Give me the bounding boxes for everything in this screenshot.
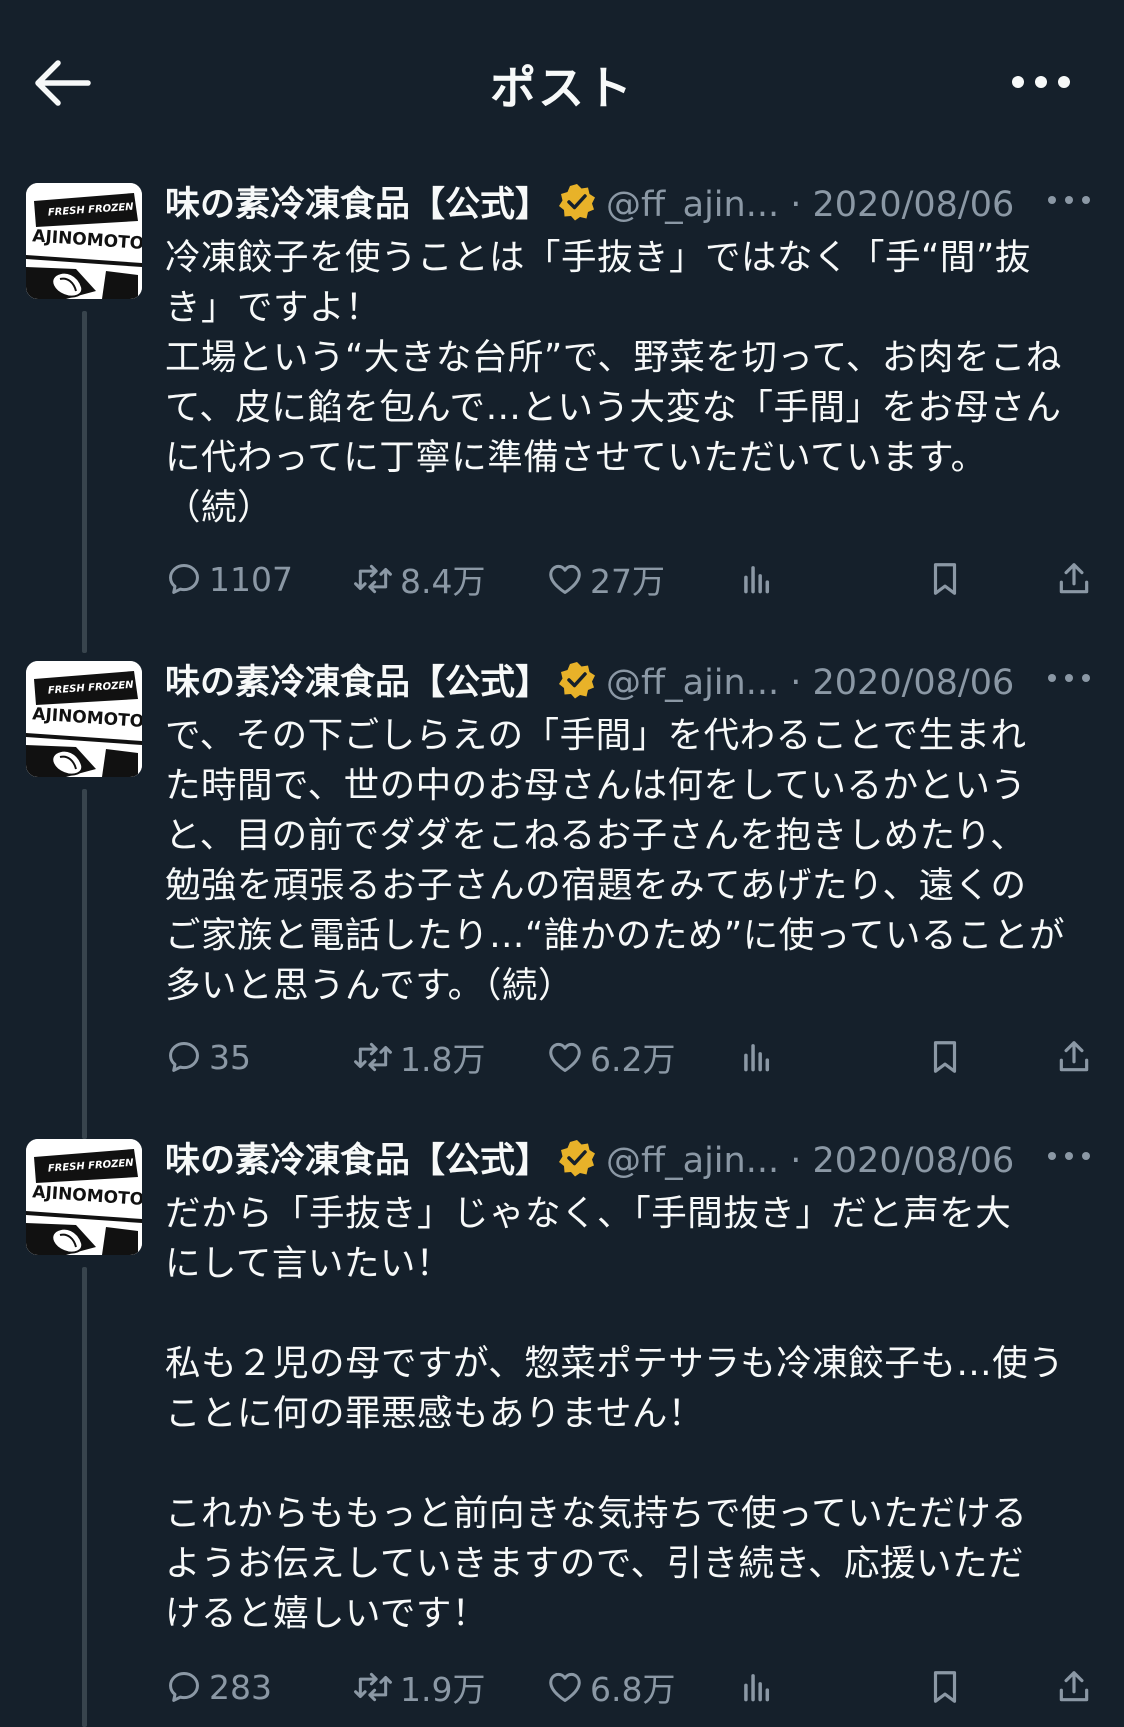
top-bar: ポスト: [0, 0, 1124, 165]
reply-icon: [169, 564, 199, 594]
post-header: 味の素冷凍食品【公式】 @ff_ajin... · 2020/08/06: [165, 183, 1104, 227]
avatar[interactable]: FRESH FROZEN AJINOMOTO: [26, 183, 142, 299]
bookmark-button[interactable]: [927, 1034, 963, 1080]
avatar[interactable]: FRESH FROZEN AJINOMOTO: [26, 661, 142, 777]
views-button[interactable]: [738, 1034, 776, 1080]
like-count: 27万: [590, 562, 665, 601]
post-text: で、その下ごしらえの「手間」を代わることで生まれ た時間で、世の中のお母さんは何…: [165, 715, 1066, 1006]
avatar[interactable]: FRESH FROZEN AJINOMOTO: [26, 1139, 142, 1255]
like-button[interactable]: 6.2万: [546, 1034, 675, 1080]
post[interactable]: FRESH FROZEN AJINOMOTO 味の素冷凍食品【公式】 @ff_aj…: [0, 1139, 1124, 1727]
page-title: ポスト: [490, 61, 634, 115]
thread-line: [82, 311, 87, 653]
like-count: 6.2万: [590, 1040, 676, 1079]
bookmark-icon: [933, 1041, 957, 1073]
verified-badge-icon: [559, 1140, 596, 1177]
reply-button[interactable]: 35: [165, 1034, 251, 1080]
post-header: 味の素冷凍食品【公式】 @ff_ajin... · 2020/08/06: [165, 661, 1104, 705]
bookmark-button[interactable]: [927, 1664, 963, 1710]
post-date[interactable]: 2020/08/06: [813, 1141, 1015, 1181]
repost-icon: [354, 1672, 392, 1702]
bookmark-icon: [933, 563, 957, 595]
separator-dot: ·: [790, 1141, 802, 1181]
post-date[interactable]: 2020/08/06: [813, 663, 1015, 703]
action-bar: 1107 8.4万 27万: [165, 556, 1105, 602]
repost-button[interactable]: 1.9万: [352, 1664, 485, 1710]
more-horizontal-icon[interactable]: [1010, 70, 1072, 94]
author-name[interactable]: 味の素冷凍食品【公式】: [165, 1141, 550, 1181]
repost-count: 1.8万: [400, 1040, 486, 1079]
ajinomoto-logo: FRESH FROZEN AJINOMOTO: [26, 661, 142, 777]
like-button[interactable]: 6.8万: [546, 1664, 675, 1710]
bar-chart-icon: [744, 1044, 770, 1072]
like-count: 6.8万: [590, 1670, 676, 1709]
more-horizontal-icon[interactable]: [1046, 189, 1092, 211]
post-header: 味の素冷凍食品【公式】 @ff_ajin... · 2020/08/06: [165, 1139, 1104, 1183]
bookmark-icon: [933, 1671, 957, 1703]
repost-icon: [354, 564, 392, 594]
post-text: 冷凍餃子を使うことは「手抜き」ではなく「手“間”抜 き」ですよ！ 工場という“大…: [165, 237, 1062, 528]
repost-button[interactable]: 8.4万: [352, 556, 485, 602]
reply-count: 1107: [209, 559, 293, 599]
repost-button[interactable]: 1.8万: [352, 1034, 485, 1080]
reply-icon: [169, 1672, 199, 1702]
post[interactable]: FRESH FROZEN AJINOMOTO 味の素冷凍食品【公式】 @ff_aj…: [0, 183, 1124, 653]
more-horizontal-icon[interactable]: [1046, 1145, 1092, 1167]
thread-line: [82, 1267, 87, 1727]
views-button[interactable]: [738, 556, 776, 602]
repost-count: 8.4万: [400, 562, 486, 601]
share-button[interactable]: [1055, 556, 1093, 602]
ajinomoto-logo: FRESH FROZEN AJINOMOTO: [26, 1139, 142, 1255]
separator-dot: ·: [790, 663, 802, 703]
heart-icon: [549, 1672, 581, 1702]
reply-count: 283: [209, 1667, 272, 1707]
reply-button[interactable]: 283: [165, 1664, 272, 1710]
reply-icon: [169, 1042, 199, 1072]
thread-line: [82, 789, 87, 1139]
share-icon: [1059, 1671, 1089, 1702]
author-name[interactable]: 味の素冷凍食品【公式】: [165, 663, 550, 703]
heart-icon: [549, 564, 581, 594]
views-button[interactable]: [738, 1664, 776, 1710]
action-bar: 35 1.8万 6.2万: [165, 1034, 1105, 1080]
author-handle[interactable]: @ff_ajin...: [606, 663, 779, 703]
author-handle[interactable]: @ff_ajin...: [606, 185, 779, 225]
author-handle[interactable]: @ff_ajin...: [606, 1141, 779, 1181]
post-text: だから「手抜き」じゃなく、「手間抜き」だと声を大 にして言いたい！ 私も２児の母…: [165, 1193, 1065, 1634]
like-button[interactable]: 27万: [546, 556, 665, 602]
post-date[interactable]: 2020/08/06: [813, 185, 1015, 225]
action-bar: 283 1.9万 6.8万: [165, 1664, 1105, 1710]
verified-badge-icon: [559, 662, 596, 699]
share-button[interactable]: [1055, 1664, 1093, 1710]
repost-icon: [354, 1042, 392, 1072]
share-button[interactable]: [1055, 1034, 1093, 1080]
repost-count: 1.9万: [400, 1670, 486, 1709]
post[interactable]: FRESH FROZEN AJINOMOTO 味の素冷凍食品【公式】 @ff_aj…: [0, 661, 1124, 1139]
bar-chart-icon: [744, 1674, 770, 1702]
bar-chart-icon: [744, 566, 770, 594]
author-name[interactable]: 味の素冷凍食品【公式】: [165, 185, 550, 225]
share-icon: [1059, 1041, 1089, 1072]
reply-button[interactable]: 1107: [165, 556, 293, 602]
reply-count: 35: [209, 1037, 251, 1077]
share-icon: [1059, 563, 1089, 594]
heart-icon: [549, 1042, 581, 1072]
more-horizontal-icon[interactable]: [1046, 667, 1092, 689]
separator-dot: ·: [790, 185, 802, 225]
ajinomoto-logo: FRESH FROZEN AJINOMOTO: [26, 183, 142, 299]
bookmark-button[interactable]: [927, 556, 963, 602]
verified-badge-icon: [559, 184, 596, 221]
